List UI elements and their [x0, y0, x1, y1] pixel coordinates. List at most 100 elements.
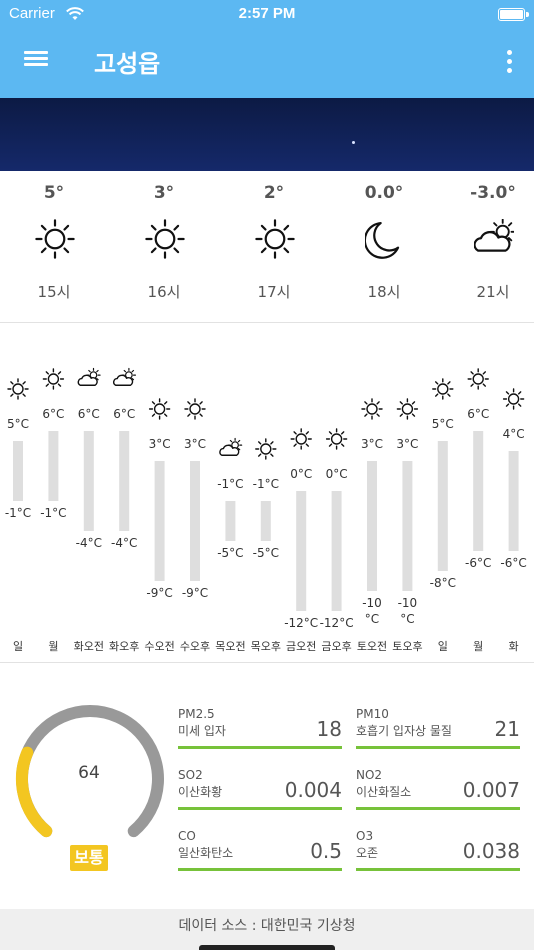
weekly-column: -1°C -5°C 목오후 — [251, 438, 281, 653]
weekly-min-temp: -12°C — [320, 616, 354, 630]
pollutant-value: 21 — [494, 717, 520, 741]
pollutant-name: 이산화황 — [178, 785, 223, 799]
sun-icon — [432, 378, 454, 400]
moon-icon — [365, 221, 400, 259]
weekly-column: 6°C -4°C 화오후 — [109, 367, 139, 653]
sun-icon — [467, 368, 489, 390]
weekly-max-temp: 6°C — [467, 407, 489, 421]
hourly-time: 16시 — [147, 283, 181, 301]
weekly-min-temp: -6°C — [500, 556, 526, 570]
weekly-min-temp-unit: °C — [365, 612, 379, 626]
pollutant-item: CO 일산화탄소 0.5 — [178, 823, 342, 871]
weekly-max-temp: 6°C — [113, 407, 135, 421]
weekly-column: 6°C -6°C 월 — [465, 368, 491, 653]
star-dot — [352, 141, 355, 144]
pollutant-item: O3 오존 0.038 — [356, 823, 520, 871]
pollutant-item: NO2 이산화질소 0.007 — [356, 762, 520, 810]
weekly-temp-bar — [83, 431, 94, 531]
weekly-max-temp: 3°C — [184, 437, 206, 451]
weekly-min-temp: -12°C — [284, 616, 318, 630]
app-bar: Carrier 2:57 PM 고성읍 — [0, 0, 534, 98]
pollutant-code: CO — [178, 829, 196, 843]
pollutant-code: NO2 — [356, 768, 383, 782]
weekly-column: 5°C -1°C 일 — [5, 378, 31, 653]
weekly-column: 3°C -10 °C 토오후 — [392, 398, 423, 653]
menu-button[interactable] — [20, 48, 52, 76]
hourly-time: 18시 — [367, 283, 401, 301]
more-options-button[interactable] — [502, 50, 516, 76]
sun-icon — [255, 219, 295, 259]
weekly-temp-bar — [296, 491, 307, 611]
weekly-day-label: 목오전 — [215, 640, 245, 653]
weekly-column: 3°C -10 °C 토오전 — [357, 398, 387, 653]
pollutant-value: 18 — [316, 717, 342, 741]
weekly-max-temp: -1°C — [217, 477, 243, 491]
weekly-temp-bar — [402, 461, 413, 591]
weekly-max-temp: 6°C — [78, 407, 100, 421]
hourly-time: 15시 — [37, 283, 71, 301]
sun-icon — [42, 368, 65, 390]
pollutant-item: SO2 이산화황 0.004 — [178, 762, 342, 810]
pollutant-code: SO2 — [178, 768, 203, 782]
weekly-day-label: 목오후 — [251, 640, 281, 653]
sun-icon — [361, 398, 383, 420]
weekly-column: 5°C -8°C 일 — [430, 378, 456, 653]
weekly-max-temp: 6°C — [42, 407, 64, 421]
weekly-day-label: 토오후 — [392, 640, 422, 653]
weekly-temp-bar — [13, 441, 23, 501]
sun-icon — [502, 388, 525, 410]
pollutant-name: 이산화질소 — [356, 785, 412, 799]
weekly-min-temp: -9°C — [146, 586, 172, 600]
battery-icon — [498, 8, 529, 21]
weekly-max-temp: 3°C — [396, 437, 418, 451]
hourly-temp: 2° — [263, 183, 285, 203]
sun-icon — [145, 219, 185, 259]
weekly-column: 6°C -1°C 월 — [40, 368, 67, 653]
weekly-day-label: 화오후 — [109, 640, 139, 653]
pollutant-value: 0.004 — [284, 778, 342, 802]
weekly-max-temp: 0°C — [326, 467, 348, 481]
weekly-max-temp: -1°C — [253, 477, 279, 491]
sun-icon — [325, 428, 348, 450]
weekly-column: 3°C -9°C 수오전 — [144, 398, 175, 653]
pollutant-code: PM2.5 — [178, 707, 215, 721]
weekly-max-temp: 4°C — [503, 427, 525, 441]
sun-icon — [184, 398, 206, 420]
weekly-column: 3°C -9°C 수오후 — [180, 398, 210, 653]
pollutant-value: 0.038 — [462, 839, 520, 863]
weekly-min-temp: -10 °C — [398, 596, 418, 626]
weekly-max-temp: 3°C — [149, 437, 171, 451]
weekly-temp-bar — [367, 461, 377, 591]
weekly-day-label: 일 — [13, 639, 23, 653]
weekly-min-temp: -5°C — [217, 546, 243, 560]
weekly-day-label: 토오전 — [357, 640, 387, 653]
sun-icon — [396, 398, 419, 420]
weekly-day-label: 화 — [509, 640, 519, 653]
weekly-temp-bar — [119, 431, 130, 531]
weekly-temperature-chart: 5°C-1°C일6°C-1°C월6°C-4°C화오전6°C-4°C화오후3°C-… — [5, 367, 527, 653]
weekly-min-temp-line: -10 — [398, 596, 418, 610]
pollutant-name: 미세 입자 — [178, 724, 226, 738]
weekly-max-temp: 3°C — [361, 437, 383, 451]
weekly-max-temp: 5°C — [432, 417, 454, 431]
sun-icon — [35, 219, 75, 259]
more-vertical-icon — [506, 50, 512, 55]
weekly-min-temp: -8°C — [430, 576, 456, 590]
aqi-grade-badge: 보통 — [70, 845, 108, 871]
pollutant-value: 0.5 — [310, 839, 342, 863]
weekly-day-label: 금오후 — [321, 640, 351, 653]
hourly-temp: 0.0° — [364, 183, 404, 203]
sun-icon — [148, 398, 171, 420]
sun-icon — [255, 438, 277, 460]
weekly-day-label: 수오전 — [144, 640, 174, 653]
pollutant-name: 일산화탄소 — [178, 846, 234, 860]
aqi-value: 64 — [78, 763, 100, 783]
pollutant-name: 호흡기 입자상 물질 — [356, 724, 452, 738]
pollutant-code: PM10 — [356, 707, 389, 721]
weekly-day-label: 화오전 — [74, 640, 104, 653]
pollutant-item: PM2.5 미세 입자 18 — [178, 701, 342, 749]
pollutant-name: 오존 — [356, 846, 379, 860]
weekly-day-label: 수오후 — [180, 640, 210, 653]
weekly-day-label: 금오전 — [286, 640, 316, 653]
hourly-temp: 3° — [153, 183, 175, 203]
